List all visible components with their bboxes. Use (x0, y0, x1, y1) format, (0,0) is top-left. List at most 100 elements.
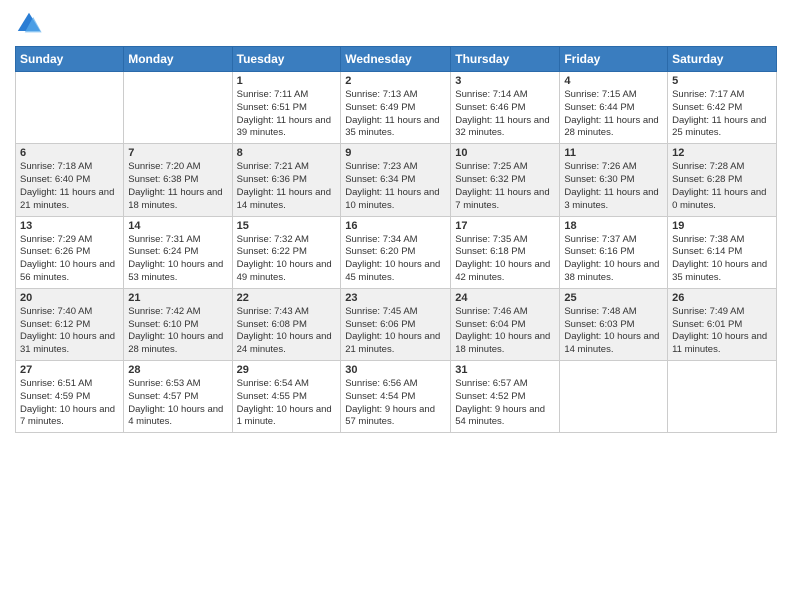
day-number: 22 (237, 292, 337, 304)
day-info: Sunrise: 7:46 AM Sunset: 6:04 PM Dayligh… (455, 306, 555, 357)
day-info: Sunrise: 7:35 AM Sunset: 6:18 PM Dayligh… (455, 234, 555, 285)
day-number: 14 (128, 220, 227, 232)
day-number: 4 (564, 75, 663, 87)
day-info: Sunrise: 7:11 AM Sunset: 6:51 PM Dayligh… (237, 89, 337, 140)
day-number: 18 (564, 220, 663, 232)
day-info: Sunrise: 7:34 AM Sunset: 6:20 PM Dayligh… (345, 234, 446, 285)
day-info: Sunrise: 6:51 AM Sunset: 4:59 PM Dayligh… (20, 378, 119, 429)
calendar-cell: 19 Sunrise: 7:38 AM Sunset: 6:14 PM Dayli… (668, 216, 777, 288)
day-info: Sunrise: 6:53 AM Sunset: 4:57 PM Dayligh… (128, 378, 227, 429)
day-info: Sunrise: 7:32 AM Sunset: 6:22 PM Dayligh… (237, 234, 337, 285)
day-number: 24 (455, 292, 555, 304)
day-number: 16 (345, 220, 446, 232)
day-number: 29 (237, 364, 337, 376)
header-day: Wednesday (341, 47, 451, 72)
day-number: 8 (237, 147, 337, 159)
day-info: Sunrise: 7:18 AM Sunset: 6:40 PM Dayligh… (20, 161, 119, 212)
calendar-cell (560, 361, 668, 433)
day-info: Sunrise: 7:45 AM Sunset: 6:06 PM Dayligh… (345, 306, 446, 357)
day-info: Sunrise: 7:17 AM Sunset: 6:42 PM Dayligh… (672, 89, 772, 140)
calendar-cell: 9Sunrise: 7:23 AM Sunset: 6:34 PM Daylig… (341, 144, 451, 216)
day-info: Sunrise: 7:14 AM Sunset: 6:46 PM Dayligh… (455, 89, 555, 140)
calendar-cell: 22 Sunrise: 7:43 AM Sunset: 6:08 PM Dayli… (232, 288, 341, 360)
day-info: Sunrise: 7:21 AM Sunset: 6:36 PM Dayligh… (237, 161, 337, 212)
calendar-cell: 12 Sunrise: 7:28 AM Sunset: 6:28 PM Dayli… (668, 144, 777, 216)
calendar-cell: 3Sunrise: 7:14 AM Sunset: 6:46 PM Daylig… (451, 72, 560, 144)
calendar-cell: 4 Sunrise: 7:15 AM Sunset: 6:44 PM Daylig… (560, 72, 668, 144)
header-day: Saturday (668, 47, 777, 72)
day-number: 7 (128, 147, 227, 159)
calendar-cell: 15 Sunrise: 7:32 AM Sunset: 6:22 PM Dayli… (232, 216, 341, 288)
day-number: 26 (672, 292, 772, 304)
header (15, 10, 777, 38)
calendar-cell: 8 Sunrise: 7:21 AM Sunset: 6:36 PM Daylig… (232, 144, 341, 216)
day-info: Sunrise: 7:48 AM Sunset: 6:03 PM Dayligh… (564, 306, 663, 357)
day-info: Sunrise: 7:26 AM Sunset: 6:30 PM Dayligh… (564, 161, 663, 212)
calendar-cell: 14 Sunrise: 7:31 AM Sunset: 6:24 PM Dayli… (124, 216, 232, 288)
day-number: 30 (345, 364, 446, 376)
day-number: 21 (128, 292, 227, 304)
day-number: 15 (237, 220, 337, 232)
calendar-cell (124, 72, 232, 144)
calendar-cell: 28Sunrise: 6:53 AM Sunset: 4:57 PM Dayli… (124, 361, 232, 433)
calendar-cell: 21 Sunrise: 7:42 AM Sunset: 6:10 PM Dayli… (124, 288, 232, 360)
calendar-cell: 2 Sunrise: 7:13 AM Sunset: 6:49 PM Daylig… (341, 72, 451, 144)
day-info: Sunrise: 7:13 AM Sunset: 6:49 PM Dayligh… (345, 89, 446, 140)
calendar-week: 13 Sunrise: 7:29 AM Sunset: 6:26 PM Dayli… (16, 216, 777, 288)
calendar-cell: 20 Sunrise: 7:40 AM Sunset: 6:12 PM Dayli… (16, 288, 124, 360)
day-info: Sunrise: 7:25 AM Sunset: 6:32 PM Dayligh… (455, 161, 555, 212)
calendar-cell: 16 Sunrise: 7:34 AM Sunset: 6:20 PM Dayli… (341, 216, 451, 288)
page: SundayMondayTuesdayWednesdayThursdayFrid… (0, 0, 792, 612)
header-day: Sunday (16, 47, 124, 72)
calendar-cell: 18 Sunrise: 7:37 AM Sunset: 6:16 PM Dayli… (560, 216, 668, 288)
calendar-week: 1 Sunrise: 7:11 AM Sunset: 6:51 PM Daylig… (16, 72, 777, 144)
day-number: 11 (564, 147, 663, 159)
calendar-header: SundayMondayTuesdayWednesdayThursdayFrid… (16, 47, 777, 72)
calendar-body: 1 Sunrise: 7:11 AM Sunset: 6:51 PM Daylig… (16, 72, 777, 433)
day-info: Sunrise: 7:31 AM Sunset: 6:24 PM Dayligh… (128, 234, 227, 285)
day-info: Sunrise: 7:29 AM Sunset: 6:26 PM Dayligh… (20, 234, 119, 285)
header-day: Friday (560, 47, 668, 72)
day-number: 19 (672, 220, 772, 232)
calendar-cell: 6Sunrise: 7:18 AM Sunset: 6:40 PM Daylig… (16, 144, 124, 216)
calendar-week: 27 Sunrise: 6:51 AM Sunset: 4:59 PM Dayli… (16, 361, 777, 433)
calendar-cell: 29Sunrise: 6:54 AM Sunset: 4:55 PM Dayli… (232, 361, 341, 433)
calendar-cell: 25 Sunrise: 7:48 AM Sunset: 6:03 PM Dayli… (560, 288, 668, 360)
day-number: 23 (345, 292, 446, 304)
calendar-cell: 17Sunrise: 7:35 AM Sunset: 6:18 PM Dayli… (451, 216, 560, 288)
day-number: 31 (455, 364, 555, 376)
day-info: Sunrise: 7:23 AM Sunset: 6:34 PM Dayligh… (345, 161, 446, 212)
calendar-cell: 23 Sunrise: 7:45 AM Sunset: 6:06 PM Dayli… (341, 288, 451, 360)
calendar-week: 20 Sunrise: 7:40 AM Sunset: 6:12 PM Dayli… (16, 288, 777, 360)
logo (15, 10, 45, 38)
calendar-cell: 11 Sunrise: 7:26 AM Sunset: 6:30 PM Dayli… (560, 144, 668, 216)
day-info: Sunrise: 7:28 AM Sunset: 6:28 PM Dayligh… (672, 161, 772, 212)
day-info: Sunrise: 7:43 AM Sunset: 6:08 PM Dayligh… (237, 306, 337, 357)
day-number: 13 (20, 220, 119, 232)
day-info: Sunrise: 7:15 AM Sunset: 6:44 PM Dayligh… (564, 89, 663, 140)
day-number: 1 (237, 75, 337, 87)
calendar-cell: 5 Sunrise: 7:17 AM Sunset: 6:42 PM Daylig… (668, 72, 777, 144)
day-number: 2 (345, 75, 446, 87)
day-number: 25 (564, 292, 663, 304)
calendar-cell: 13 Sunrise: 7:29 AM Sunset: 6:26 PM Dayli… (16, 216, 124, 288)
day-info: Sunrise: 7:37 AM Sunset: 6:16 PM Dayligh… (564, 234, 663, 285)
day-info: Sunrise: 7:40 AM Sunset: 6:12 PM Dayligh… (20, 306, 119, 357)
calendar-cell: 7Sunrise: 7:20 AM Sunset: 6:38 PM Daylig… (124, 144, 232, 216)
day-number: 5 (672, 75, 772, 87)
day-info: Sunrise: 7:49 AM Sunset: 6:01 PM Dayligh… (672, 306, 772, 357)
day-number: 12 (672, 147, 772, 159)
header-day: Monday (124, 47, 232, 72)
logo-icon (15, 10, 43, 38)
calendar-cell (668, 361, 777, 433)
day-number: 27 (20, 364, 119, 376)
calendar-cell: 30Sunrise: 6:56 AM Sunset: 4:54 PM Dayli… (341, 361, 451, 433)
day-info: Sunrise: 6:57 AM Sunset: 4:52 PM Dayligh… (455, 378, 555, 429)
calendar-table: SundayMondayTuesdayWednesdayThursdayFrid… (15, 46, 777, 433)
day-number: 20 (20, 292, 119, 304)
day-info: Sunrise: 7:38 AM Sunset: 6:14 PM Dayligh… (672, 234, 772, 285)
day-info: Sunrise: 7:42 AM Sunset: 6:10 PM Dayligh… (128, 306, 227, 357)
calendar-cell: 31 Sunrise: 6:57 AM Sunset: 4:52 PM Dayli… (451, 361, 560, 433)
day-number: 10 (455, 147, 555, 159)
calendar-cell: 10 Sunrise: 7:25 AM Sunset: 6:32 PM Dayli… (451, 144, 560, 216)
